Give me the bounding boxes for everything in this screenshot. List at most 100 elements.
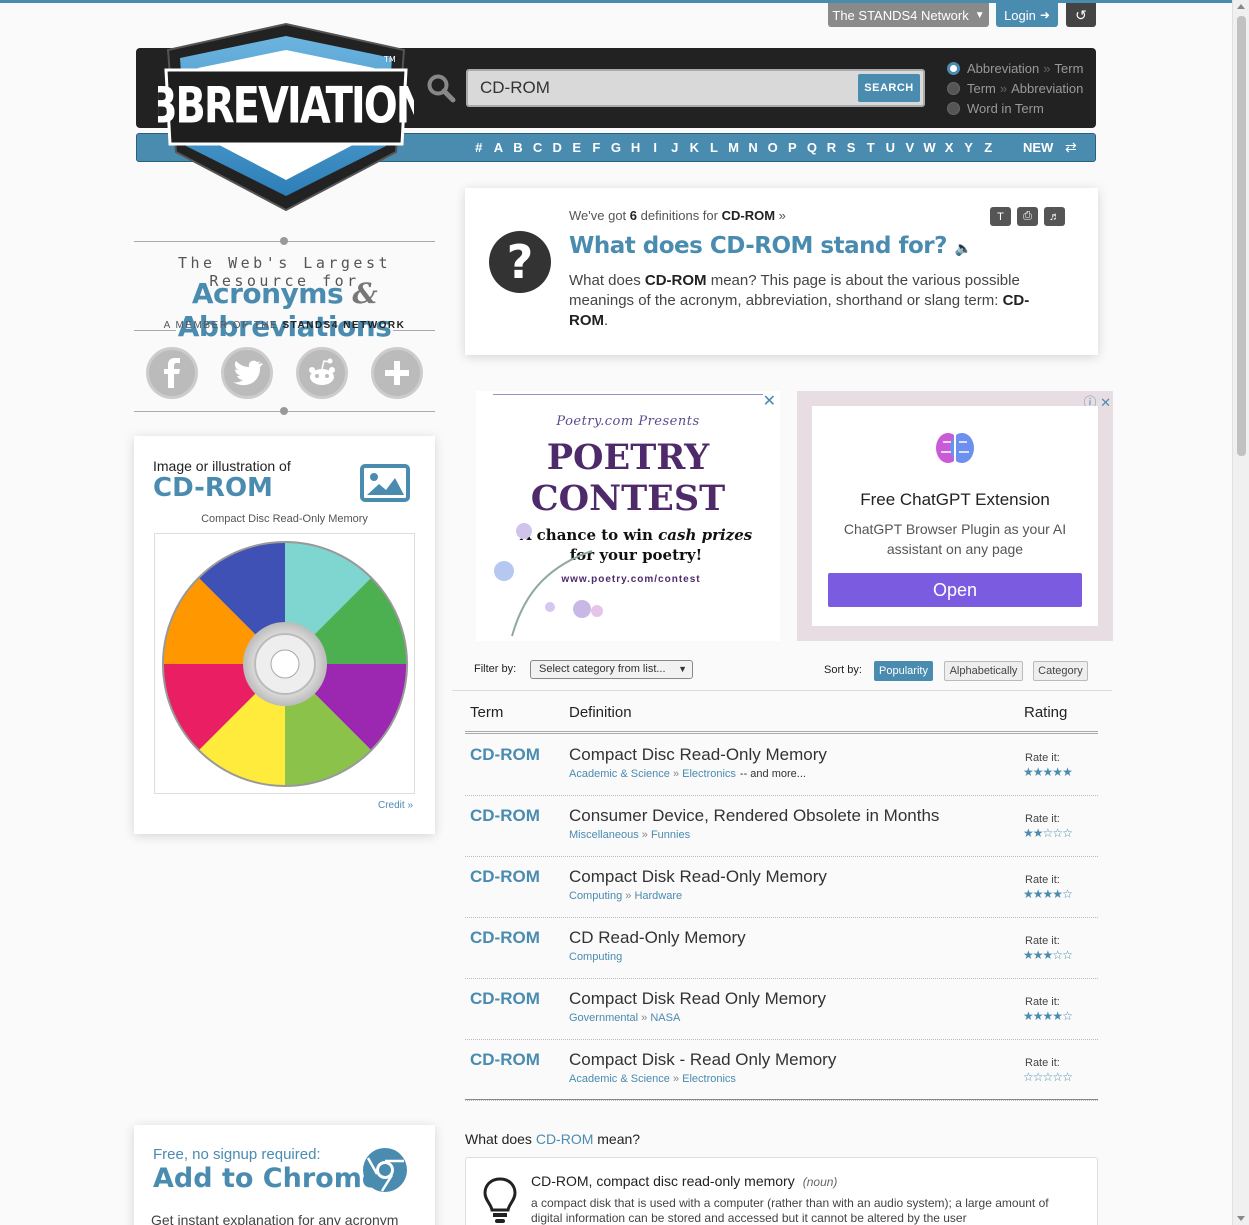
- star-empty-icon[interactable]: ☆: [1043, 826, 1054, 840]
- category-filter-select[interactable]: Select category from list... ▼: [530, 660, 693, 679]
- category-link[interactable]: Miscellaneous: [569, 829, 639, 841]
- category-link[interactable]: Computing: [569, 890, 622, 902]
- twitter-button[interactable]: [221, 347, 273, 399]
- sort-option-button[interactable]: Category: [1033, 661, 1088, 681]
- star-filled-icon[interactable]: ★: [1052, 887, 1063, 901]
- term-link[interactable]: CD-ROM: [470, 745, 540, 765]
- star-rating[interactable]: ★★★☆☆: [1023, 948, 1073, 962]
- alphabet-link[interactable]: L: [704, 140, 724, 155]
- alphabet-link[interactable]: F: [587, 140, 607, 155]
- sort-option-button[interactable]: Alphabetically: [944, 661, 1023, 681]
- search-input[interactable]: [480, 77, 850, 99]
- alphabet-link[interactable]: Y: [959, 140, 979, 155]
- star-filled-icon[interactable]: ★: [1033, 1009, 1044, 1023]
- text-size-button[interactable]: T: [990, 207, 1011, 226]
- chrome-card-title[interactable]: Add to Chrome: [153, 1163, 380, 1194]
- alphabet-link[interactable]: X: [939, 140, 959, 155]
- scrollbar-thumb[interactable]: [1237, 16, 1246, 456]
- alphabet-link[interactable]: J: [665, 140, 685, 155]
- alphabet-link[interactable]: C: [528, 140, 548, 155]
- star-filled-icon[interactable]: ★: [1043, 765, 1054, 779]
- star-rating[interactable]: ☆☆☆☆☆: [1023, 1070, 1073, 1084]
- star-empty-icon[interactable]: ☆: [1023, 1070, 1034, 1084]
- subcategory-link[interactable]: NASA: [650, 1012, 680, 1024]
- radio-button[interactable]: [947, 102, 960, 115]
- share-more-button[interactable]: [371, 347, 423, 399]
- subcategory-link[interactable]: Hardware: [634, 890, 682, 902]
- category-link[interactable]: Academic & Science: [569, 1073, 670, 1085]
- star-filled-icon[interactable]: ★: [1023, 1009, 1034, 1023]
- search-mode-option[interactable]: Term» Abbreviation: [947, 81, 1083, 96]
- star-filled-icon[interactable]: ★: [1033, 826, 1044, 840]
- category-link[interactable]: Academic & Science: [569, 768, 670, 780]
- star-empty-icon[interactable]: ☆: [1052, 948, 1063, 962]
- history-button[interactable]: ↺: [1066, 3, 1096, 27]
- more-categories-link[interactable]: -- and more...: [740, 768, 806, 780]
- search-button[interactable]: SEARCH: [858, 74, 920, 102]
- star-rating[interactable]: ★★★★★: [1023, 765, 1073, 779]
- audio-button[interactable]: ♬: [1044, 207, 1065, 226]
- alphabet-link[interactable]: S: [841, 140, 861, 155]
- search-mode-option[interactable]: Abbreviation» Term: [947, 61, 1083, 76]
- alphabet-link[interactable]: A: [489, 140, 509, 155]
- star-filled-icon[interactable]: ★: [1052, 1009, 1063, 1023]
- network-dropdown-button[interactable]: The STANDS4 Network ▼: [828, 3, 989, 27]
- alphabet-link[interactable]: E: [567, 140, 587, 155]
- cd-image[interactable]: [154, 533, 415, 794]
- poetry-contest-ad[interactable]: ✕ Poetry.com Presents POETRY CONTEST A c…: [476, 391, 780, 641]
- speaker-icon[interactable]: 🔈: [955, 241, 972, 257]
- star-filled-icon[interactable]: ★: [1033, 887, 1044, 901]
- category-link[interactable]: Computing: [569, 951, 622, 963]
- image-card-term[interactable]: CD-ROM: [153, 473, 273, 503]
- new-link[interactable]: NEW: [1023, 140, 1053, 155]
- star-empty-icon[interactable]: ☆: [1062, 948, 1073, 962]
- star-empty-icon[interactable]: ☆: [1052, 1070, 1063, 1084]
- scroll-up-arrow[interactable]: [1237, 4, 1245, 9]
- star-filled-icon[interactable]: ★: [1023, 948, 1034, 962]
- print-button[interactable]: ⎙: [1017, 207, 1038, 226]
- alphabet-link[interactable]: G: [606, 140, 626, 155]
- subcategory-link[interactable]: Funnies: [651, 829, 690, 841]
- alphabet-link[interactable]: M: [724, 140, 744, 155]
- alphabet-link[interactable]: T: [861, 140, 881, 155]
- alphabet-link[interactable]: P: [783, 140, 803, 155]
- star-filled-icon[interactable]: ★: [1043, 948, 1054, 962]
- category-link[interactable]: Governmental: [569, 1012, 638, 1024]
- alphabet-link[interactable]: Q: [802, 140, 822, 155]
- credit-link[interactable]: Credit »: [378, 800, 413, 811]
- scroll-down-arrow[interactable]: [1237, 1216, 1245, 1221]
- ad-close-icon[interactable]: ✕: [763, 391, 776, 411]
- star-filled-icon[interactable]: ★: [1062, 765, 1073, 779]
- term-link[interactable]: CD-ROM: [470, 867, 540, 887]
- chatgpt-extension-ad[interactable]: ⓘ ✕ Free ChatGPT Extension ChatGPT Brows…: [797, 391, 1113, 641]
- alphabet-link[interactable]: Z: [978, 140, 998, 155]
- alphabet-link[interactable]: U: [880, 140, 900, 155]
- star-filled-icon[interactable]: ★: [1023, 765, 1034, 779]
- reddit-button[interactable]: [296, 347, 348, 399]
- alphabet-link[interactable]: D: [547, 140, 567, 155]
- alphabet-link[interactable]: R: [822, 140, 842, 155]
- sort-option-button[interactable]: Popularity: [874, 661, 933, 681]
- term-link[interactable]: CD-ROM: [470, 928, 540, 948]
- alphabet-link[interactable]: #: [469, 140, 489, 155]
- star-rating[interactable]: ★★★★☆: [1023, 887, 1073, 901]
- search-mode-option[interactable]: Word in Term: [947, 101, 1044, 116]
- star-empty-icon[interactable]: ☆: [1062, 887, 1073, 901]
- facebook-button[interactable]: [146, 347, 198, 399]
- login-button[interactable]: Login ➜: [996, 3, 1058, 27]
- star-rating[interactable]: ★★★★☆: [1023, 1009, 1073, 1023]
- star-rating[interactable]: ★★☆☆☆: [1023, 826, 1073, 840]
- shuffle-icon[interactable]: ⇄: [1065, 139, 1077, 156]
- term-link[interactable]: CD-ROM: [470, 989, 540, 1009]
- radio-button[interactable]: [947, 62, 960, 75]
- alphabet-link[interactable]: K: [685, 140, 705, 155]
- chrome-extension-card[interactable]: Free, no signup required: Add to Chrome …: [134, 1125, 435, 1225]
- star-empty-icon[interactable]: ☆: [1062, 826, 1073, 840]
- alphabet-link[interactable]: H: [626, 140, 646, 155]
- star-filled-icon[interactable]: ★: [1033, 948, 1044, 962]
- term-link[interactable]: CD-ROM: [470, 1050, 540, 1070]
- abbreviations-logo[interactable]: ABBREVIATIONS TM: [158, 20, 414, 216]
- term-link[interactable]: CD-ROM: [470, 806, 540, 826]
- alphabet-link[interactable]: W: [920, 140, 940, 155]
- alphabet-link[interactable]: N: [743, 140, 763, 155]
